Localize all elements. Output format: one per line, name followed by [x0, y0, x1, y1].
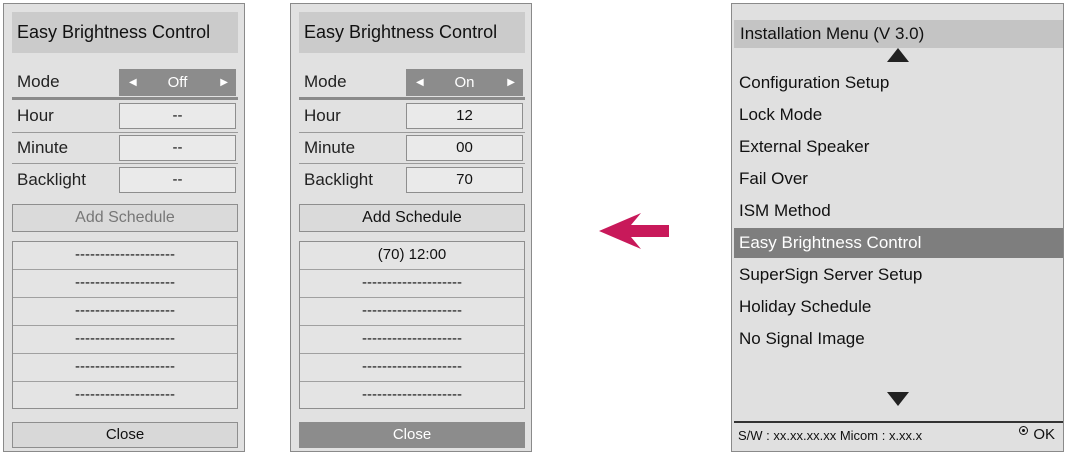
footer-divider	[734, 421, 1063, 423]
schedule-item[interactable]: --------------------	[13, 298, 237, 326]
ok-icon	[1019, 426, 1029, 435]
close-button[interactable]: Close	[12, 422, 238, 448]
schedule-item[interactable]: --------------------	[13, 242, 237, 270]
mode-value: On	[454, 74, 475, 91]
minute-row[interactable]: Minute --	[12, 133, 238, 162]
mode-label: Mode	[17, 72, 60, 91]
mode-row[interactable]: Mode ◀ On ▶	[299, 67, 525, 96]
menu-item-configuration-setup[interactable]: Configuration Setup	[734, 68, 1063, 98]
divider	[12, 97, 238, 100]
panel-title: Easy Brightness Control	[12, 12, 238, 53]
hour-row[interactable]: Hour --	[12, 101, 238, 130]
installation-menu-panel: Installation Menu (V 3.0) Configuration …	[731, 3, 1064, 452]
ok-button[interactable]: OK	[1019, 425, 1055, 445]
add-schedule-button[interactable]: Add Schedule	[299, 204, 525, 232]
menu-item-lock-mode[interactable]: Lock Mode	[734, 100, 1063, 130]
minute-label: Minute	[304, 138, 356, 157]
easy-brightness-panel-on: Easy Brightness Control Mode ◀ On ▶ Hour…	[290, 3, 532, 452]
schedule-list: (70) 12:00 -------------------- --------…	[299, 241, 525, 409]
add-schedule-button[interactable]: Add Schedule	[12, 204, 238, 232]
minute-row[interactable]: Minute 00	[299, 133, 525, 162]
easy-brightness-panel-off: Easy Brightness Control Mode ◀ Off ▶ Hou…	[3, 3, 245, 452]
divider	[299, 163, 525, 164]
minute-field[interactable]: --	[119, 135, 236, 161]
backlight-label: Backlight	[304, 170, 373, 189]
scroll-down-icon[interactable]	[887, 392, 909, 406]
divider	[12, 163, 238, 164]
menu-item-external-speaker[interactable]: External Speaker	[734, 132, 1063, 162]
backlight-label: Backlight	[17, 170, 86, 189]
arrow-right-icon[interactable]: ▶	[220, 69, 228, 96]
close-button[interactable]: Close	[299, 422, 525, 448]
mode-selector[interactable]: ◀ Off ▶	[119, 69, 236, 96]
schedule-item[interactable]: --------------------	[300, 326, 524, 354]
hour-row[interactable]: Hour 12	[299, 101, 525, 130]
hour-field[interactable]: --	[119, 103, 236, 129]
schedule-item[interactable]: --------------------	[300, 382, 524, 410]
installation-menu-title: Installation Menu (V 3.0)	[734, 20, 1063, 48]
menu-item-no-signal-image[interactable]: No Signal Image	[734, 324, 1063, 354]
menu-item-holiday-schedule[interactable]: Holiday Schedule	[734, 292, 1063, 322]
backlight-field[interactable]: 70	[406, 167, 523, 193]
hour-label: Hour	[304, 106, 341, 125]
software-version-text: S/W : xx.xx.xx.xx Micom : x.xx.x	[738, 428, 923, 443]
schedule-item[interactable]: --------------------	[13, 354, 237, 382]
menu-item-supersign-server-setup[interactable]: SuperSign Server Setup	[734, 260, 1063, 290]
mode-row[interactable]: Mode ◀ Off ▶	[12, 67, 238, 96]
menu-item-fail-over[interactable]: Fail Over	[734, 164, 1063, 194]
mode-value: Off	[167, 74, 188, 91]
hour-field[interactable]: 12	[406, 103, 523, 129]
schedule-item[interactable]: --------------------	[300, 354, 524, 382]
schedule-item[interactable]: --------------------	[13, 270, 237, 298]
divider	[299, 97, 525, 100]
hour-label: Hour	[17, 106, 54, 125]
arrow-right-icon[interactable]: ▶	[507, 69, 515, 96]
schedule-item[interactable]: --------------------	[13, 326, 237, 354]
minute-label: Minute	[17, 138, 69, 157]
backlight-row[interactable]: Backlight --	[12, 165, 238, 194]
panel-title: Easy Brightness Control	[299, 12, 525, 53]
menu-item-easy-brightness-control[interactable]: Easy Brightness Control	[734, 228, 1063, 258]
back-arrow-icon	[599, 213, 669, 249]
scroll-up-icon[interactable]	[887, 48, 909, 62]
ok-label: OK	[1033, 426, 1055, 443]
backlight-field[interactable]: --	[119, 167, 236, 193]
mode-selector[interactable]: ◀ On ▶	[406, 69, 523, 96]
backlight-row[interactable]: Backlight 70	[299, 165, 525, 194]
schedule-item[interactable]: (70) 12:00	[300, 242, 524, 270]
schedule-item[interactable]: --------------------	[300, 270, 524, 298]
menu-item-ism-method[interactable]: ISM Method	[734, 196, 1063, 226]
schedule-list: -------------------- -------------------…	[12, 241, 238, 409]
schedule-item[interactable]: --------------------	[300, 298, 524, 326]
mode-label: Mode	[304, 72, 347, 91]
schedule-item[interactable]: --------------------	[13, 382, 237, 410]
minute-field[interactable]: 00	[406, 135, 523, 161]
